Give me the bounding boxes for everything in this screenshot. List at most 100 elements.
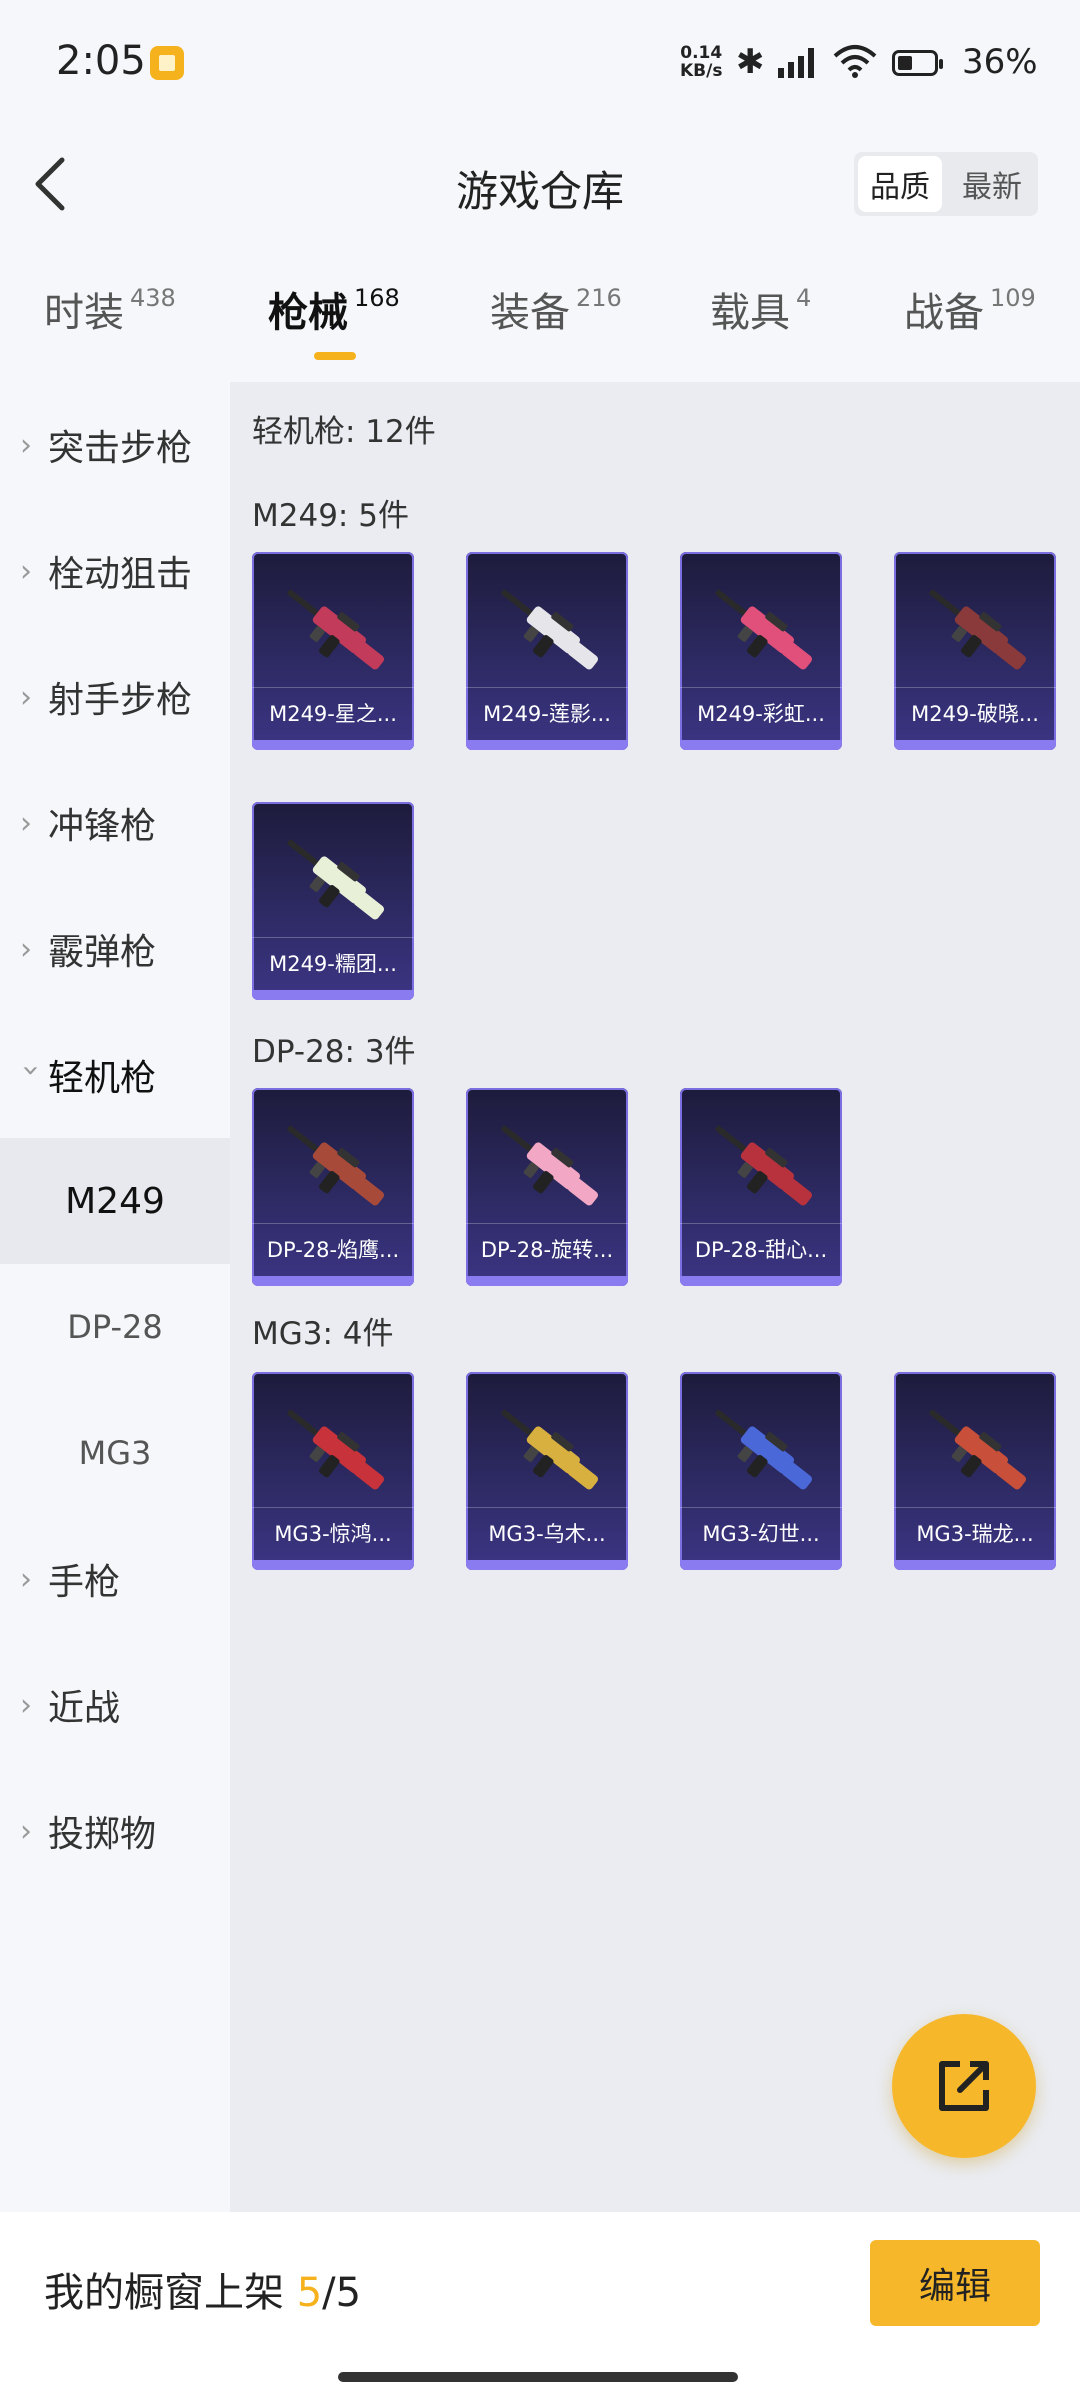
sidebar-subitem-m249[interactable]: M249 [0,1138,230,1264]
battery-percent: 36% [962,42,1038,82]
tab-label: 枪械 [268,290,348,336]
weapon-skin-image [287,589,385,670]
item-name: DP-28-焰鹰... [252,1223,414,1276]
category-total: 轻机枪: 12件 [252,414,436,450]
tab-count: 438 [130,284,176,312]
share-icon [939,2061,989,2111]
item-card[interactable]: MG3-瑞龙... [894,1372,1056,1570]
sidebar-item-melee[interactable]: › 近战 [0,1642,230,1768]
rarity-bar [252,740,414,750]
weapon-skin-image [501,1125,599,1206]
rarity-bar [680,1560,842,1570]
sidebar-item-marksman-rifle[interactable]: › 射手步枪 [0,634,230,760]
sidebar-item-pistol[interactable]: › 手枪 [0,1516,230,1642]
item-card[interactable]: DP-28-焰鹰... [252,1088,414,1286]
sidebar-item-label: 突击步枪 [48,428,193,469]
item-name: MG3-瑞龙... [894,1507,1056,1560]
sidebar-item-label: 冲锋枪 [48,806,157,847]
weapon-skin-image [287,839,385,920]
tab-label: 战备 [904,290,984,336]
item-card[interactable]: M249-星之... [252,552,414,750]
sidebar-item-label: 栓动狙击 [48,554,193,595]
status-bar: 2:05 0.14 KB/s ✱ 36% [0,0,1080,130]
signal-icon [778,48,814,78]
weapon-skin-image [287,1409,385,1490]
weapon-skin-image [715,1409,813,1490]
sort-option-quality[interactable]: 品质 [858,156,942,212]
sidebar-item-shotgun[interactable]: › 霰弹枪 [0,886,230,1012]
tab-combat-supplies[interactable]: 战备 109 [904,280,1036,338]
category-tabs: 时装 438 枪械 168 装备 216 载具 4 战备 109 [0,280,1080,370]
weapon-category-sidebar: › 突击步枪 › 栓动狙击 › 射手步枪 › 冲锋枪 › 霰弹枪 › 轻机枪 M… [0,382,230,2212]
item-name: M249-莲影... [466,687,628,740]
showcase-status: 我的橱窗上架 5/5 [44,2260,361,2318]
rarity-bar [466,740,628,750]
weapon-skin-image [501,589,599,670]
chevron-right-icon: › [20,931,32,967]
sidebar-item-label: DP-28 [67,1308,163,1346]
weapon-skin-image [929,1409,1027,1490]
sidebar-subitem-mg3[interactable]: MG3 [0,1390,230,1516]
item-card[interactable]: DP-28-旋转... [466,1088,628,1286]
sort-option-newest[interactable]: 最新 [950,156,1034,212]
sidebar-item-lmg[interactable]: › 轻机枪 [0,1012,230,1138]
sidebar-item-label: 近战 [48,1688,121,1729]
item-name: DP-28-甜心... [680,1223,842,1276]
sidebar-item-label: 投掷物 [48,1814,157,1855]
item-card[interactable]: MG3-惊鸿... [252,1372,414,1570]
item-card[interactable]: MG3-幻世... [680,1372,842,1570]
sidebar-item-label: 手枪 [48,1562,121,1603]
weapon-skin-image [715,589,813,670]
weapon-skin-image [287,1125,385,1206]
status-time: 2:05 [56,38,146,84]
wifi-icon [833,45,877,78]
tab-count: 168 [354,284,400,312]
chevron-right-icon: › [20,1813,32,1849]
item-name: MG3-惊鸿... [252,1507,414,1560]
rarity-bar [894,1560,1056,1570]
sidebar-item-assault-rifle[interactable]: › 突击步枪 [0,382,230,508]
rarity-bar [680,740,842,750]
item-name: MG3-幻世... [680,1507,842,1560]
chevron-down-icon: › [13,1064,49,1076]
tab-equipment[interactable]: 装备 216 [490,280,622,338]
chevron-right-icon: › [20,553,32,589]
item-name: DP-28-旋转... [466,1223,628,1276]
sidebar-item-throwables[interactable]: › 投掷物 [0,1768,230,1894]
network-speed-value: 0.14 [680,43,723,63]
tab-label: 装备 [490,290,570,336]
tab-outfits[interactable]: 时装 438 [44,280,176,338]
showcase-count: 5 [296,2270,323,2316]
showcase-label: 我的橱窗上架 [44,2270,284,2316]
tab-firearms[interactable]: 枪械 168 [268,280,400,338]
sidebar-item-label: 射手步枪 [48,680,193,721]
sort-toggle[interactable]: 品质 最新 [854,152,1038,216]
item-card[interactable]: M249-莲影... [466,552,628,750]
group-title-mg3: MG3: 4件 [252,1316,394,1352]
item-card[interactable]: MG3-乌木... [466,1372,628,1570]
edit-button[interactable]: 编辑 [870,2240,1040,2326]
tab-label: 载具 [710,290,790,336]
notes-app-icon [150,46,184,80]
sidebar-item-smg[interactable]: › 冲锋枪 [0,760,230,886]
tab-count: 4 [796,284,812,312]
item-card[interactable]: M249-糯团... [252,802,414,1000]
tab-vehicles[interactable]: 载具 4 [710,280,811,338]
weapon-skin-image [501,1409,599,1490]
rarity-bar [252,1560,414,1570]
home-indicator[interactable] [338,2372,738,2382]
rarity-bar [466,1276,628,1286]
sidebar-item-label: 霰弹枪 [48,932,157,973]
weapon-skin-image [715,1125,813,1206]
sidebar-item-bolt-sniper[interactable]: › 栓动狙击 [0,508,230,634]
share-button[interactable] [892,2014,1036,2158]
item-card[interactable]: M249-破晓... [894,552,1056,750]
chevron-right-icon: › [20,1561,32,1597]
rarity-bar [252,990,414,1000]
active-tab-indicator [314,352,356,360]
item-card[interactable]: M249-彩虹... [680,552,842,750]
sidebar-subitem-dp28[interactable]: DP-28 [0,1264,230,1390]
rarity-bar [680,1276,842,1286]
item-card[interactable]: DP-28-甜心... [680,1088,842,1286]
network-speed-unit: KB/s [680,61,723,81]
